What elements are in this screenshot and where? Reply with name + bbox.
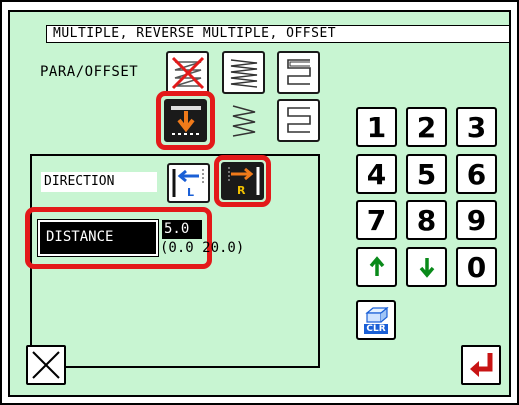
key-2[interactable]: 2 <box>406 107 447 147</box>
enter-button[interactable] <box>461 345 501 385</box>
close-icon <box>32 351 60 379</box>
pattern-crossed-button[interactable] <box>166 51 209 94</box>
distance-button[interactable]: DISTANCE <box>37 219 159 257</box>
cancel-button[interactable] <box>26 345 66 385</box>
direction-left-icon: L <box>172 169 203 199</box>
key-3[interactable]: 3 <box>456 107 497 147</box>
pattern-label: PARA/OFFSET <box>40 64 139 80</box>
key-4[interactable]: 4 <box>356 154 397 194</box>
distance-range: (0.0 20.0) <box>160 240 245 256</box>
key-6[interactable]: 6 <box>456 154 497 194</box>
arrow-up-button[interactable] <box>356 247 397 287</box>
direction-right-icon: R <box>228 167 259 197</box>
pattern-zigzag-left-button[interactable] <box>222 99 265 142</box>
arrow-down-icon <box>419 258 434 278</box>
clear-button[interactable]: CLR <box>356 300 396 340</box>
direction-left-text: L <box>187 186 194 199</box>
eraser-icon <box>365 306 389 323</box>
key-7[interactable]: 7 <box>356 200 397 240</box>
crossed-zigzag-icon <box>171 56 204 89</box>
zigzag-right-icon <box>230 58 257 88</box>
direction-label: DIRECTION <box>41 172 157 192</box>
clear-label: CLR <box>364 323 388 334</box>
key-5[interactable]: 5 <box>406 154 447 194</box>
key-8[interactable]: 8 <box>406 200 447 240</box>
enter-icon <box>470 353 493 377</box>
key-1[interactable]: 1 <box>356 107 397 147</box>
direction-right-button[interactable]: R <box>221 162 264 200</box>
pattern-offset-down-button[interactable] <box>164 99 207 142</box>
pattern-reverse-loop-button[interactable] <box>277 51 320 94</box>
reverse-loop-icon <box>286 58 311 85</box>
key-0[interactable]: 0 <box>456 247 497 287</box>
offset-down-icon <box>170 105 201 135</box>
key-9[interactable]: 9 <box>456 200 497 240</box>
arrow-down-button[interactable] <box>406 247 447 287</box>
pattern-loop-left-button[interactable] <box>277 99 320 142</box>
page-title: MULTIPLE, REVERSE MULTIPLE, OFFSET <box>46 25 510 43</box>
pattern-zigzag-right-button[interactable] <box>222 51 265 94</box>
direction-right-text: R <box>237 184 246 197</box>
distance-value[interactable]: 5.0 <box>162 220 202 239</box>
loop-left-icon <box>286 106 311 133</box>
direction-left-button[interactable]: L <box>167 163 210 203</box>
arrow-up-icon <box>369 256 384 276</box>
zigzag-left-icon <box>232 104 255 137</box>
